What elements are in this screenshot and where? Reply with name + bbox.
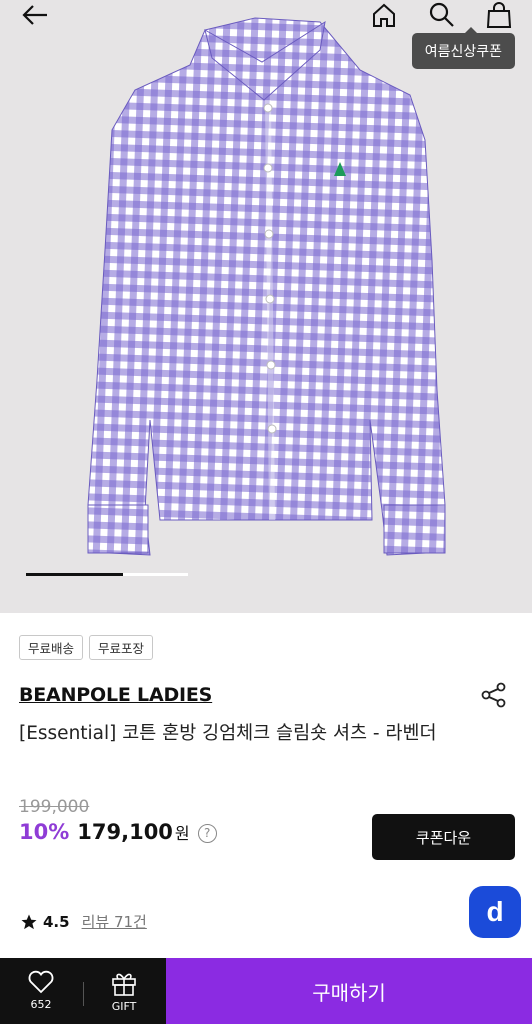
- search-button[interactable]: [425, 0, 457, 30]
- gallery-progress-fill: [26, 573, 124, 576]
- free-shipping-tag: 무료배송: [19, 635, 84, 660]
- like-count: 652: [30, 998, 52, 1011]
- star-icon: [21, 914, 37, 929]
- sale-price: 179,100: [77, 820, 173, 844]
- currency-label: 원: [174, 824, 190, 843]
- brand-link[interactable]: BEANPOLE LADIES: [19, 684, 212, 706]
- gift-icon: [112, 973, 136, 996]
- back-button[interactable]: [19, 0, 51, 30]
- rating-row: 4.5 리뷰 71건: [20, 911, 147, 932]
- review-link[interactable]: 리뷰 71건: [82, 911, 147, 932]
- bottom-left-panel: 652 GIFT: [0, 958, 166, 1024]
- arrow-left-icon: [22, 5, 47, 25]
- home-icon: [373, 3, 395, 27]
- price-row: 10% 179,100 원 ?: [19, 820, 217, 845]
- price-help-icon[interactable]: ?: [197, 823, 217, 843]
- product-title: [Essential] 코튼 혼방 깅엄체크 슬림숏 셔츠 - 라벤더: [19, 723, 437, 744]
- gift-label: GIFT: [111, 1000, 137, 1013]
- free-wrapping-tag: 무료포장: [89, 635, 154, 660]
- share-button[interactable]: [480, 681, 508, 709]
- discount-rate: 10%: [19, 820, 70, 844]
- gift-button[interactable]: GIFT: [94, 970, 154, 1020]
- buy-button[interactable]: 구매하기: [166, 958, 532, 1024]
- cart-button[interactable]: [483, 0, 515, 30]
- gallery-progress-indicator: [26, 573, 188, 576]
- original-price: 199,000: [19, 797, 90, 817]
- floating-d-button[interactable]: d: [469, 886, 521, 938]
- home-button[interactable]: [368, 0, 400, 30]
- rating-score: 4.5: [43, 912, 70, 931]
- like-button[interactable]: 652: [11, 970, 71, 1020]
- shopping-bag-icon: [486, 2, 512, 28]
- benefit-tags: 무료배송 무료포장: [19, 635, 154, 660]
- bottom-action-bar: 652 GIFT 구매하기: [0, 958, 532, 1024]
- heart-icon: [28, 970, 54, 994]
- search-icon: [429, 2, 454, 27]
- coupon-download-button[interactable]: 쿠폰다운: [372, 814, 515, 860]
- d-logo-icon: d: [486, 896, 504, 927]
- divider: [83, 982, 84, 1006]
- coupon-tooltip[interactable]: 여름신상쿠폰: [411, 27, 515, 69]
- share-icon: [481, 682, 506, 708]
- product-image-gallery[interactable]: 여름신상쿠폰: [0, 0, 532, 613]
- product-image: [87, 17, 446, 556]
